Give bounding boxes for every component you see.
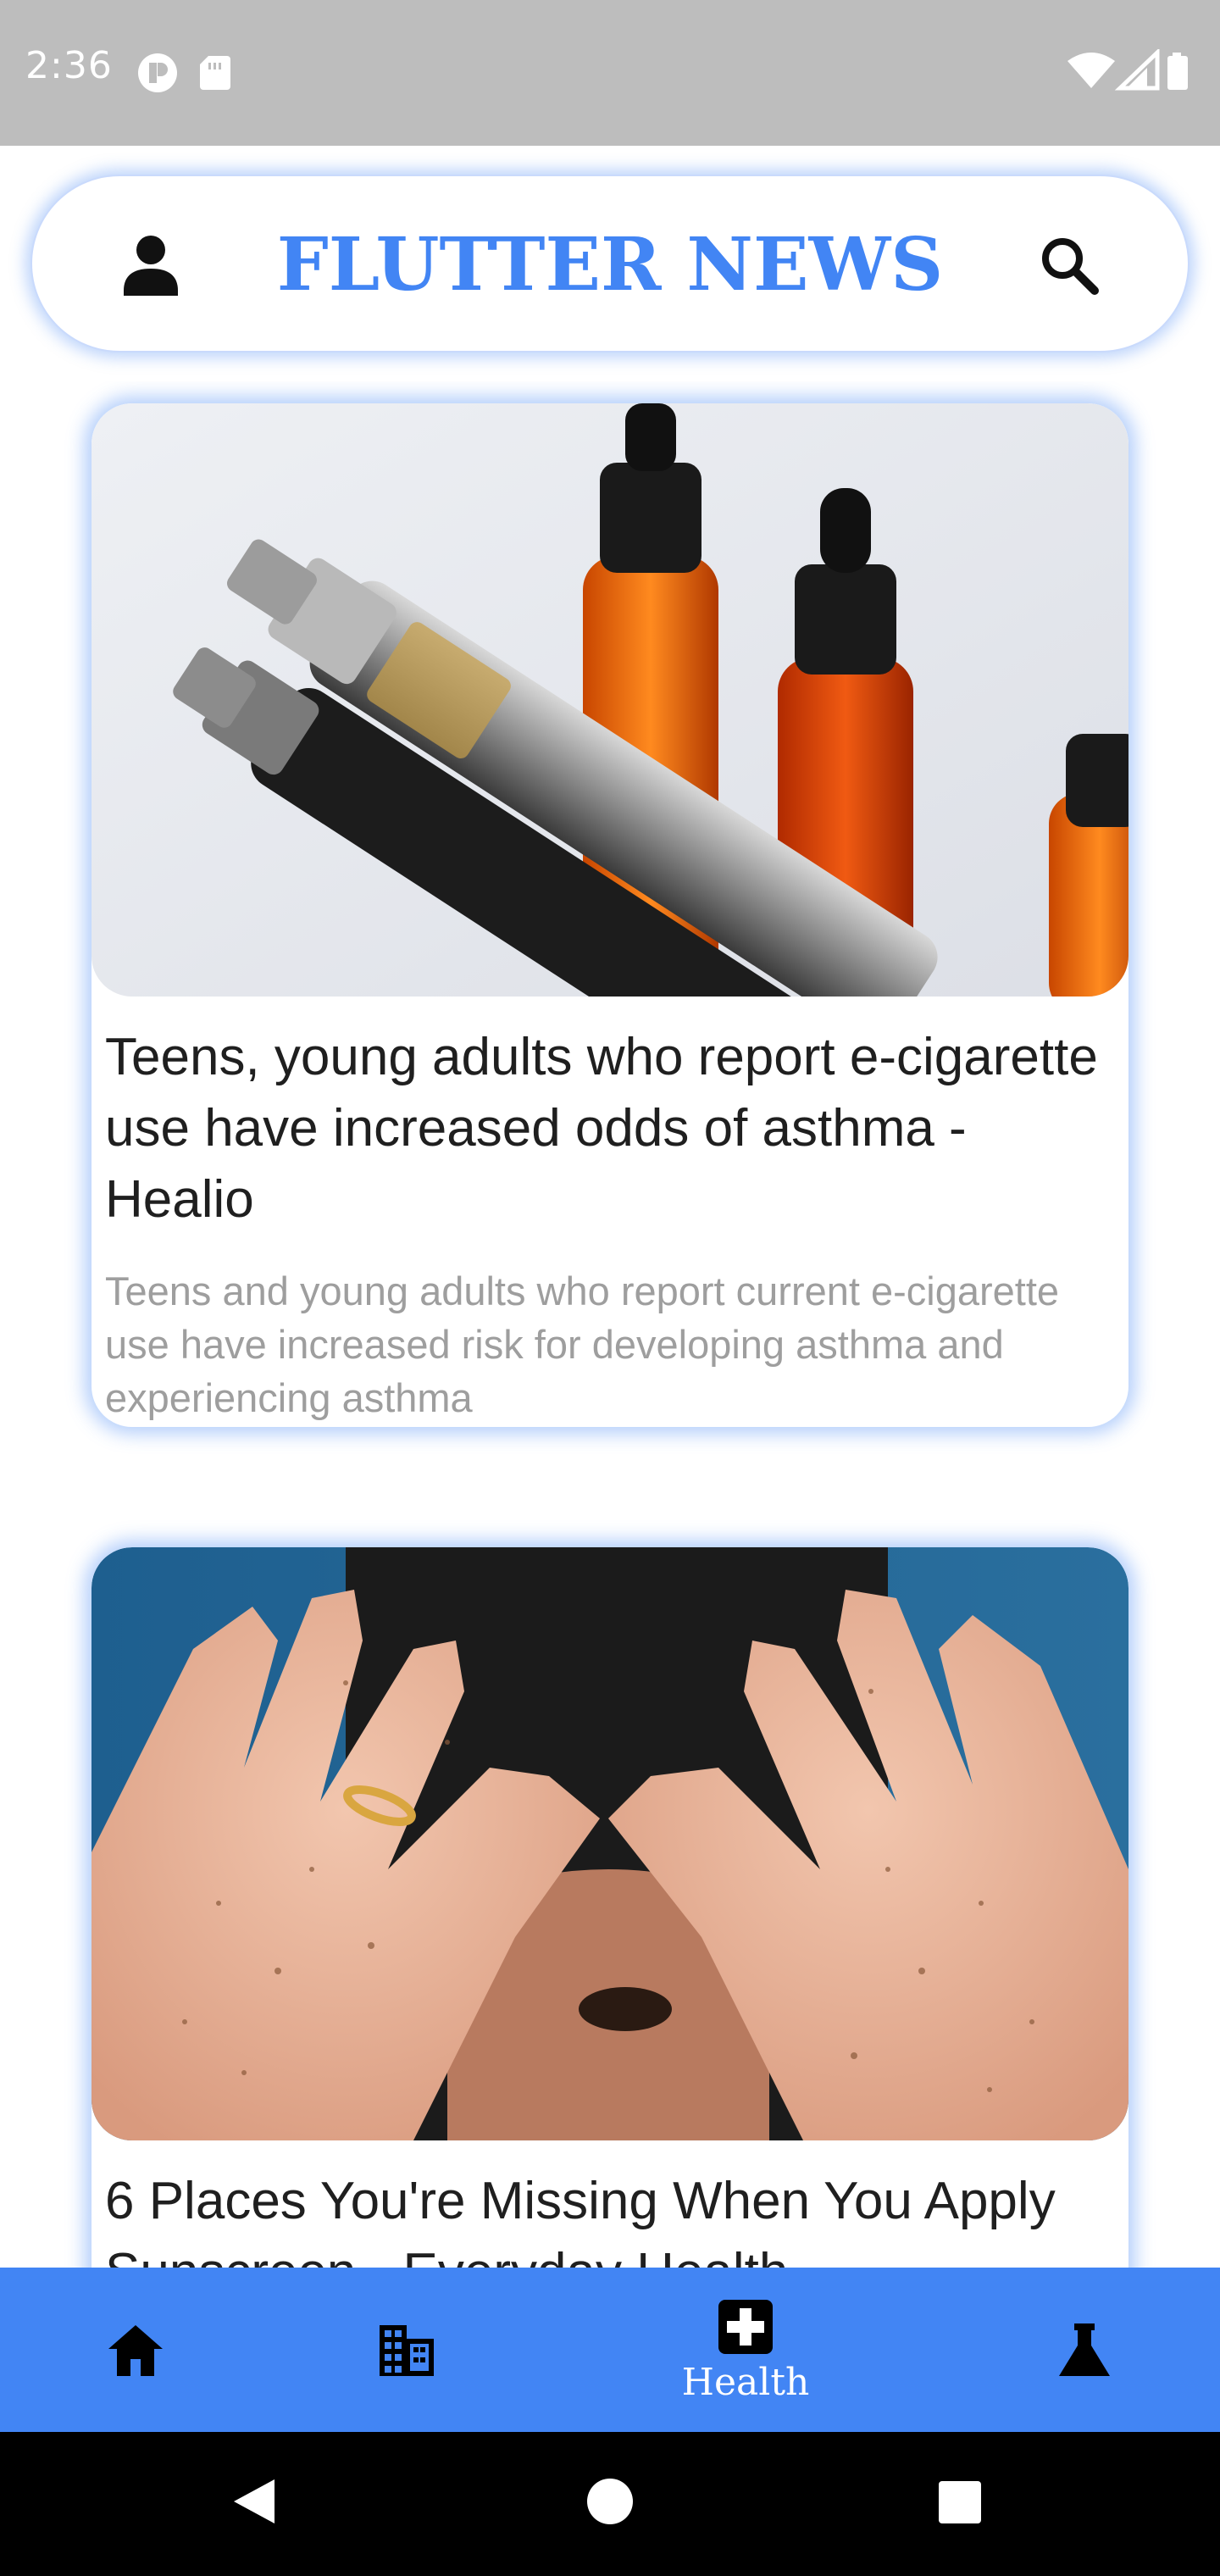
article-card[interactable]: Teens, young adults who report e-cigaret…	[92, 403, 1128, 1427]
health-icon	[718, 2300, 773, 2354]
news-feed[interactable]: Teens, young adults who report e-cigaret…	[0, 381, 1220, 2268]
nav-item-business[interactable]	[305, 2268, 508, 2432]
e-cigarettes-image	[92, 403, 1128, 997]
sim-card-icon	[200, 56, 230, 90]
status-right-icons	[1068, 49, 1188, 91]
app-notification-icon	[138, 53, 177, 92]
article-title: Teens, young adults who report e-cigaret…	[105, 1028, 1098, 1229]
recents-icon[interactable]	[937, 2479, 983, 2525]
nav-item-health[interactable]: Health	[644, 2268, 847, 2432]
science-icon	[1059, 2323, 1110, 2376]
article-image	[92, 1547, 1128, 2140]
battery-icon	[1167, 53, 1188, 90]
status-left-icons	[138, 53, 230, 92]
bottom-navigation: Health	[0, 2268, 1220, 2432]
status-bar: 2:36	[0, 0, 1220, 146]
profile-button[interactable]	[108, 223, 193, 308]
back-icon[interactable]	[230, 2476, 278, 2527]
person-icon	[124, 236, 178, 296]
home-circle-icon[interactable]	[585, 2476, 635, 2527]
article-card[interactable]: 6 Places You're Missing When You Apply S…	[92, 1547, 1128, 2268]
home-icon	[108, 2325, 163, 2376]
nav-item-home[interactable]	[34, 2268, 237, 2432]
status-time: 2:36	[25, 44, 113, 87]
business-icon	[380, 2325, 434, 2376]
search-button[interactable]	[1027, 223, 1112, 308]
article-title: 6 Places You're Missing When You Apply S…	[105, 2172, 1056, 2268]
app-bar: FLUTTER NEWS	[30, 175, 1190, 353]
system-navigation-bar	[0, 2432, 1220, 2576]
article-description: Teens and young adults who report curren…	[105, 1269, 1060, 1420]
wifi-icon	[1068, 53, 1115, 88]
sandy-hands-image	[92, 1547, 1128, 2140]
nav-label-health: Health	[681, 2361, 810, 2404]
nav-item-science[interactable]	[983, 2268, 1186, 2432]
app-title: FLUTTER NEWS	[276, 222, 944, 308]
article-image	[92, 403, 1128, 997]
search-icon	[1042, 238, 1099, 295]
